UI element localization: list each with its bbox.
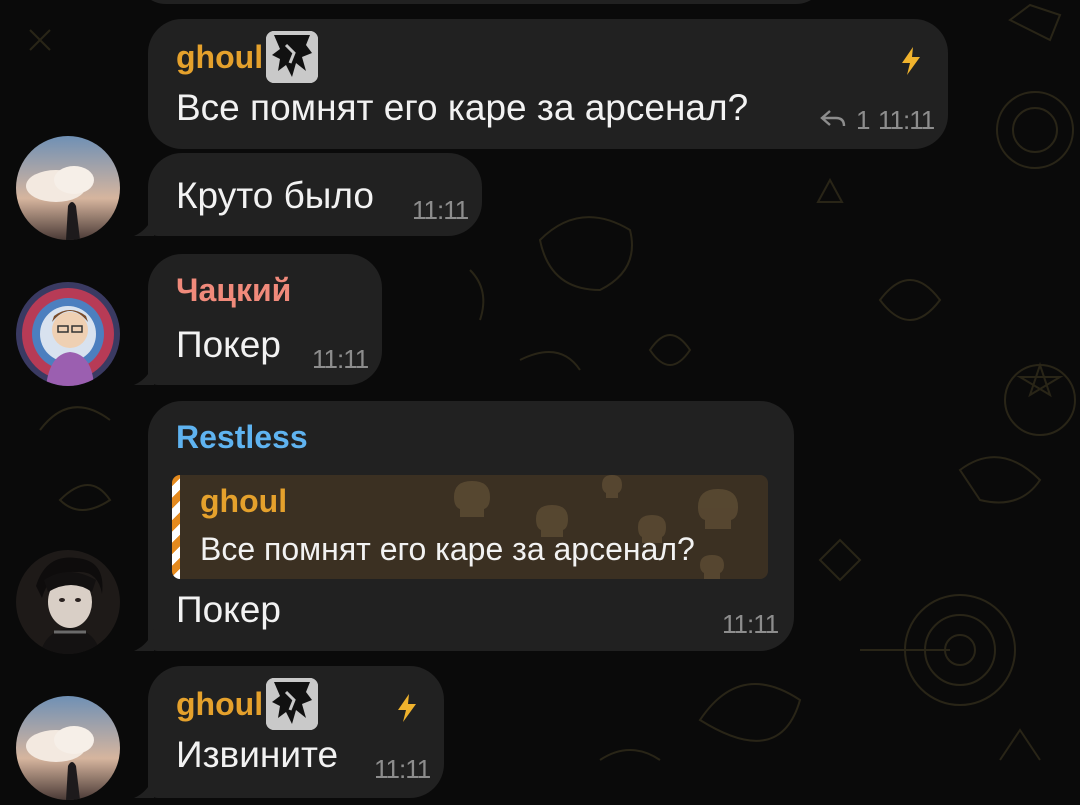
message-list[interactable]: ghoul Все помнят его каре за арсенал? 1 … bbox=[0, 0, 1080, 805]
message-text: Извините bbox=[176, 734, 339, 775]
reply-quote[interactable]: ghoul Все помнят его каре за арсенал? bbox=[172, 475, 768, 579]
previous-message-edge bbox=[136, 0, 826, 4]
bubble-tail bbox=[134, 363, 154, 385]
avatar[interactable] bbox=[16, 550, 120, 654]
message-time: 11:11 bbox=[374, 754, 431, 784]
avatar[interactable] bbox=[16, 696, 120, 800]
lightning-icon bbox=[398, 694, 416, 722]
reply-count-icon bbox=[820, 110, 846, 127]
sender-name[interactable]: ghoul bbox=[176, 686, 263, 723]
message-time: 11:11 bbox=[312, 344, 369, 374]
message-bubble-ghoul[interactable]: ghoul Все помнят его каре за арсенал? 1 … bbox=[148, 19, 948, 149]
sender-badge-icon bbox=[266, 678, 318, 730]
message-time: 11:11 bbox=[412, 195, 469, 225]
avatar[interactable] bbox=[16, 282, 120, 386]
sender-name[interactable]: Restless bbox=[176, 419, 308, 456]
lightning-icon bbox=[902, 47, 920, 75]
bubble-tail bbox=[134, 629, 154, 651]
message-bubble[interactable]: Чацкий Покер 11:11 bbox=[134, 254, 382, 385]
bubble-tail bbox=[134, 776, 154, 798]
sender-name[interactable]: ghoul bbox=[176, 39, 263, 76]
message-time: 11:11 bbox=[722, 609, 779, 639]
sender-badge-icon bbox=[266, 31, 318, 83]
message-text: Все помнят его каре за арсенал? bbox=[176, 87, 749, 128]
sender-name[interactable]: Чацкий bbox=[176, 272, 291, 309]
message-bubble[interactable]: Restless ghoul Все помнят его каре за ар… bbox=[134, 401, 794, 651]
avatar[interactable] bbox=[16, 136, 120, 240]
reply-quote-text: Все помнят его каре за арсенал? bbox=[200, 531, 695, 567]
reply-quote-sender: ghoul bbox=[200, 483, 288, 519]
bubble-tail bbox=[134, 214, 154, 236]
message-text: Круто было bbox=[176, 175, 374, 216]
reply-count[interactable]: 1 bbox=[856, 105, 871, 136]
message-bubble[interactable]: Круто было 11:11 bbox=[134, 153, 482, 236]
message-text: Покер bbox=[176, 589, 281, 630]
message-bubble-ghoul[interactable]: ghoul Извините 11:11 bbox=[134, 666, 444, 798]
message-time: 11:11 bbox=[878, 105, 935, 135]
message-text: Покер bbox=[176, 324, 281, 365]
